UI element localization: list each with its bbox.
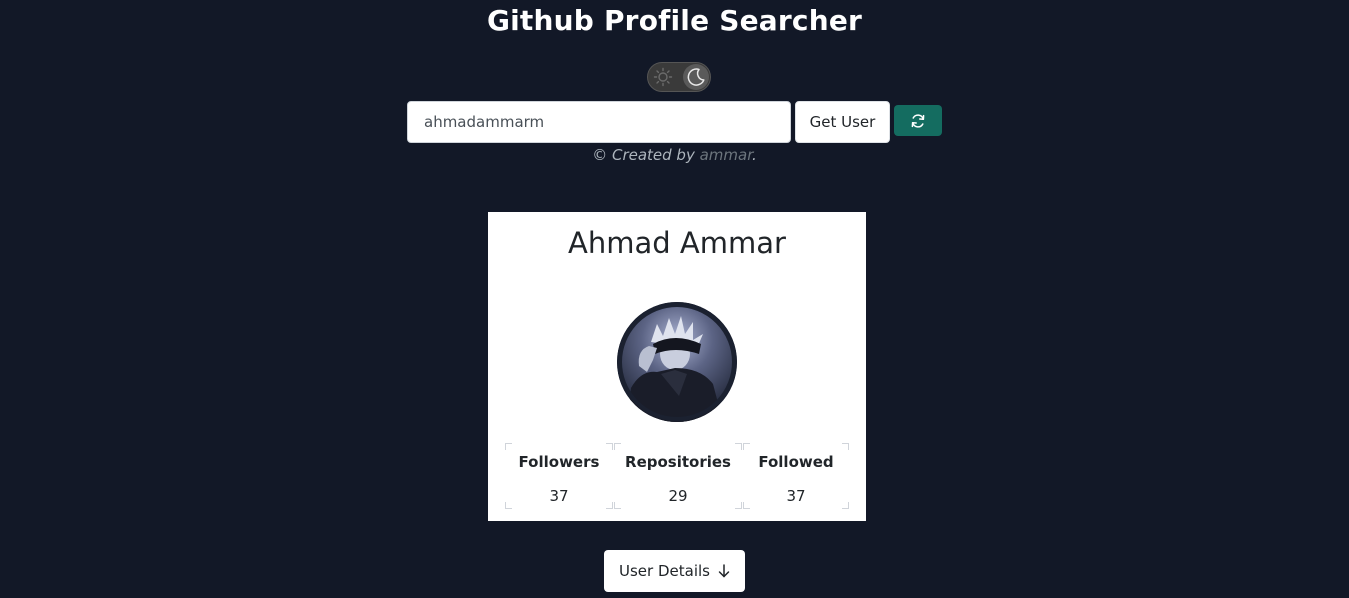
stat-value: 37 [549,487,569,505]
page-title: Github Profile Searcher [486,4,863,37]
credit-suffix: . [752,146,757,164]
profile-card: Ahmad Ammar Followers 37 Repositories 29… [488,212,866,521]
get-user-button-label: Get User [809,113,876,131]
avatar [617,302,737,422]
sun-icon [653,67,673,87]
stat-value: 29 [668,487,688,505]
get-user-button[interactable]: Get User [795,101,890,143]
refresh-button[interactable] [894,105,942,136]
credit-author-link[interactable]: ammar [700,146,752,164]
app-page: Github Profile Searcher Get User [0,0,1349,598]
stat-value: 37 [786,487,806,505]
arrow-down-icon [718,564,730,578]
refresh-icon [911,113,925,128]
credit-text: © Created by ammar. [0,146,1349,164]
profile-name: Ahmad Ammar [568,226,786,260]
moon-icon [687,68,705,86]
theme-toggle[interactable] [647,62,711,92]
stat-label: Followers [518,453,600,471]
toggle-knob [683,64,709,90]
stat-followers: Followers 37 [505,443,613,509]
stat-label: Followed [758,453,834,471]
stat-followed: Followed 37 [743,443,849,509]
stat-label: Repositories [625,453,731,471]
stat-repositories: Repositories 29 [614,443,742,509]
user-details-label: User Details [619,562,710,580]
search-input[interactable] [407,101,791,143]
user-details-button[interactable]: User Details [604,550,745,592]
credit-prefix: © Created by [592,146,700,164]
